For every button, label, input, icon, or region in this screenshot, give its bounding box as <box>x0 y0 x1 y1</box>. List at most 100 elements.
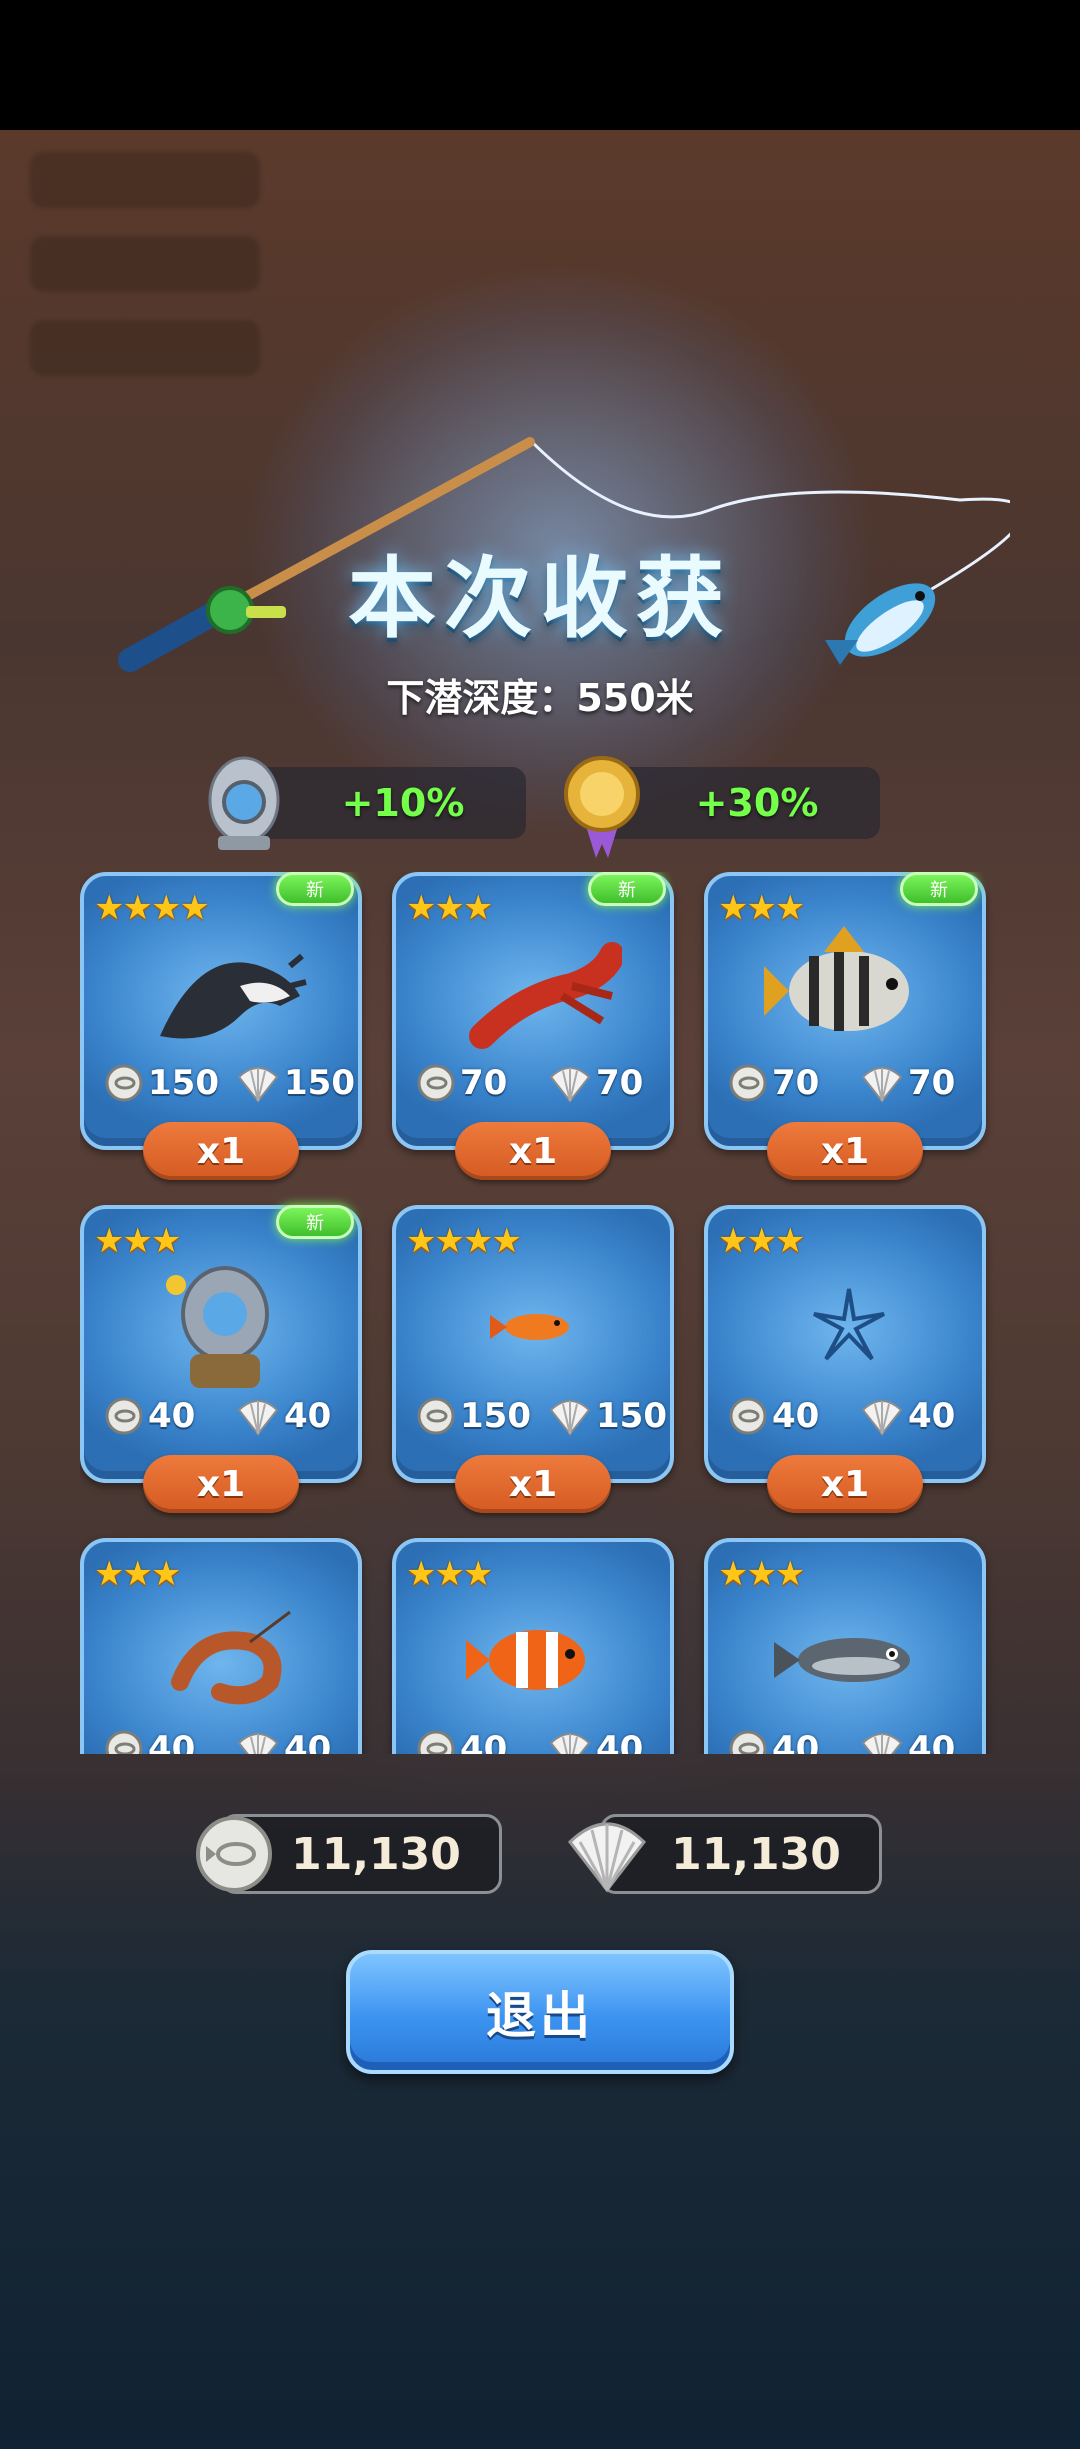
dive-depth: 下潜深度：550米 <box>0 667 1080 722</box>
coin-reward-value: 40 <box>148 1729 196 1754</box>
new-badge: 新 <box>276 872 354 906</box>
coin-reward: 150 <box>104 1060 219 1106</box>
background-panel <box>30 320 260 376</box>
shell-icon <box>861 1733 903 1754</box>
catch-card[interactable]: ★★★ 40 40 <box>392 1538 674 1754</box>
coin-reward: 40 <box>728 1726 819 1754</box>
coin-icon <box>417 1064 455 1102</box>
small-orange-fish-icon <box>490 1314 569 1340</box>
coin-icon <box>729 1064 767 1102</box>
rarity-stars: ★★★ <box>94 1221 181 1261</box>
diver-icon <box>166 1266 269 1388</box>
shell-icon <box>549 1400 591 1436</box>
depth-label: 下潜深度： <box>386 676 577 720</box>
coin-icon <box>417 1397 455 1435</box>
catch-card[interactable]: ★★★ 新 70 70 <box>392 872 674 1150</box>
shell-reward-value: 150 <box>596 1396 667 1436</box>
starfish-icon <box>813 1288 885 1361</box>
gold-medal-icon <box>564 756 640 858</box>
coin-reward: 40 <box>416 1726 507 1754</box>
page-title: 本次收获 <box>347 547 732 650</box>
coin-total-value: 11,130 <box>291 1828 461 1880</box>
quantity-badge: x1 <box>455 1455 611 1513</box>
depth-value: 550米 <box>576 676 694 720</box>
coin-icon <box>196 1816 272 1892</box>
card-rewards: 40 40 <box>96 1393 350 1439</box>
rarity-stars: ★★★ <box>718 888 805 928</box>
shell-reward: 40 <box>860 1393 955 1439</box>
card-rewards: 40 40 <box>720 1393 974 1439</box>
shell-total-value: 11,130 <box>671 1828 841 1880</box>
red-lobster-icon <box>469 942 622 1049</box>
shell-reward-value: 40 <box>284 1729 332 1754</box>
shell-icon <box>567 1822 647 1893</box>
coin-reward-value: 70 <box>460 1063 508 1103</box>
catch-card[interactable]: ★★★★ 150 150 <box>392 1205 674 1483</box>
shell-reward: 150 <box>236 1060 355 1106</box>
rarity-stars: ★★★ <box>406 1554 493 1594</box>
catch-card[interactable]: ★★★ 新 70 70 <box>704 872 986 1150</box>
shell-reward: 70 <box>548 1060 643 1106</box>
shell-icon <box>237 1067 279 1103</box>
shell-icon <box>237 1733 279 1754</box>
shell-reward: 40 <box>860 1726 955 1754</box>
coin-icon <box>729 1730 767 1754</box>
coin-icon <box>105 1397 143 1435</box>
shell-reward-value: 70 <box>596 1063 644 1103</box>
exit-button[interactable]: 退出 <box>346 1950 734 2074</box>
coin-icon <box>729 1397 767 1435</box>
quantity-badge: x1 <box>143 1122 299 1180</box>
shell-reward: 70 <box>860 1060 955 1106</box>
card-rewards: 70 70 <box>720 1060 974 1106</box>
helmet-bonus: +10% <box>240 767 526 839</box>
catch-card[interactable]: ★★★★ 新 150 150 <box>80 872 362 1150</box>
catch-card[interactable]: ★★★ 新 40 40 <box>80 1205 362 1483</box>
shell-reward: 40 <box>548 1726 643 1754</box>
grey-fish-icon <box>774 1638 910 1682</box>
new-badge: 新 <box>276 1205 354 1239</box>
medal-bonus-value: +30% <box>695 781 819 825</box>
striped-fish-icon <box>764 926 909 1031</box>
coin-reward-value: 40 <box>772 1396 820 1436</box>
coin-icon <box>417 1730 455 1754</box>
rarity-stars: ★★★ <box>406 888 493 928</box>
rarity-stars: ★★★★ <box>406 1221 522 1261</box>
shell-icon <box>861 1400 903 1436</box>
coin-reward-value: 40 <box>460 1729 508 1754</box>
catch-card[interactable]: ★★★ 40 40 <box>80 1538 362 1754</box>
helmet-bonus-value: +10% <box>341 781 465 825</box>
shell-reward: 150 <box>548 1393 667 1439</box>
shell-reward-value: 70 <box>908 1063 956 1103</box>
diving-helmet-icon <box>208 756 280 850</box>
card-rewards: 40 40 <box>720 1726 974 1754</box>
coin-icon <box>105 1064 143 1102</box>
coin-reward: 70 <box>416 1060 507 1106</box>
catch-card[interactable]: ★★★ 40 40 <box>704 1205 986 1483</box>
shell-reward: 40 <box>236 1393 331 1439</box>
coin-reward: 150 <box>416 1393 531 1439</box>
catch-grid: ★★★★ 新 150 150 x1 ★★★ 新 70 70 x1 ★★★ 新 70 70 x1 ★★★ 新 40 4… <box>80 872 1000 1754</box>
coin-reward-value: 150 <box>148 1063 219 1103</box>
shell-icon <box>861 1067 903 1103</box>
shell-reward-value: 40 <box>284 1396 332 1436</box>
coin-reward-value: 150 <box>460 1396 531 1436</box>
shell-reward: 40 <box>236 1726 331 1754</box>
catch-card[interactable]: ★★★ 40 40 <box>704 1538 986 1754</box>
coin-icon <box>105 1730 143 1754</box>
rarity-stars: ★★★★ <box>94 888 210 928</box>
shell-icon <box>549 1067 591 1103</box>
quantity-badge: x1 <box>455 1122 611 1180</box>
coin-reward: 40 <box>104 1393 195 1439</box>
rarity-stars: ★★★ <box>94 1554 181 1594</box>
manta-ray-icon <box>160 953 307 1039</box>
shell-icon <box>237 1400 279 1436</box>
shell-reward-value: 40 <box>908 1396 956 1436</box>
new-badge: 新 <box>588 872 666 906</box>
card-rewards: 150 150 <box>96 1060 355 1106</box>
coin-reward-value: 40 <box>148 1396 196 1436</box>
background-panel <box>30 152 260 208</box>
rarity-stars: ★★★ <box>718 1554 805 1594</box>
rarity-stars: ★★★ <box>718 1221 805 1261</box>
shell-icon <box>549 1733 591 1754</box>
shell-reward-value: 40 <box>596 1729 644 1754</box>
